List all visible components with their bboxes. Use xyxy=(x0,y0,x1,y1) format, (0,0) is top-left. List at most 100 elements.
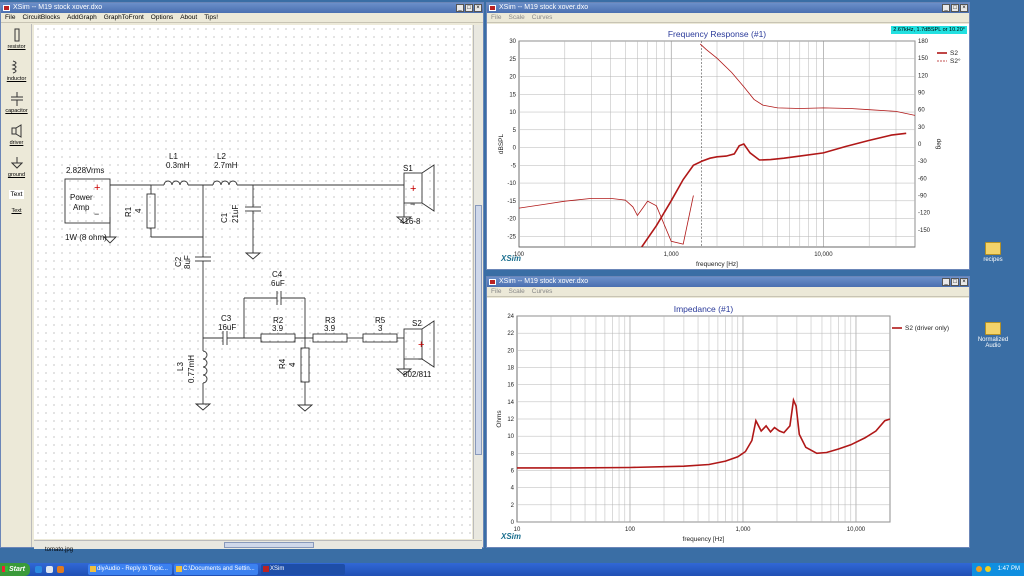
y-tick-label: 8 xyxy=(511,451,515,457)
imp-plot-area[interactable]: 24 22 20 18 16 14 12 10 8 6 4 2 0 10 100 1,000 10,000 Imp… xyxy=(487,298,969,547)
task-diyaudio[interactable]: diyAudio - Reply to Topic... xyxy=(88,564,172,575)
desktop-quicklaunch-icon[interactable] xyxy=(46,566,53,573)
horizontal-scroll-thumb[interactable] xyxy=(224,542,314,548)
ie-quicklaunch-icon[interactable] xyxy=(35,566,42,573)
menu-about[interactable]: About xyxy=(180,13,197,22)
minimize-button[interactable]: _ xyxy=(942,4,950,12)
menu-tips[interactable]: Tips! xyxy=(204,13,218,22)
tray-icon[interactable] xyxy=(976,566,982,572)
text-icon: Text xyxy=(8,190,25,199)
L2-coil xyxy=(212,180,238,186)
tool-text-2[interactable]: Text xyxy=(1,208,32,214)
start-button[interactable]: Start xyxy=(0,563,30,576)
y2-tick-label: 120 xyxy=(918,73,929,79)
desktop-icon-recipes[interactable]: recipes xyxy=(973,242,1013,263)
y-tick-label: 0 xyxy=(513,146,517,152)
menu-graphtofront[interactable]: GraphToFront xyxy=(104,13,144,22)
R3-body xyxy=(312,333,348,343)
menu-bar: File CircuitBlocks AddGraph GraphToFront… xyxy=(1,13,483,23)
y-tick-label: 10 xyxy=(509,110,516,116)
R2-body xyxy=(260,333,296,343)
desktop-icon-normalized-audio[interactable]: Normalized Audio xyxy=(973,322,1013,349)
x-tick-label: 10,000 xyxy=(847,527,866,533)
tool-inductor-label: inductor xyxy=(6,76,27,82)
task-explorer[interactable]: C:\Documents and Settin... xyxy=(174,564,258,575)
L3-value: 0.77mH xyxy=(187,355,196,383)
tool-text[interactable]: Text xyxy=(1,190,32,199)
menu-file[interactable]: File xyxy=(491,13,501,22)
minimize-button[interactable]: _ xyxy=(456,4,464,12)
menu-file[interactable]: File xyxy=(5,13,15,22)
title-bar[interactable]: XSim -- M19 stock xover.dxo _ □ × xyxy=(1,3,483,13)
x-tick-label: 10,000 xyxy=(814,252,833,258)
freq-title-bar[interactable]: XSim -- M19 stock xover.dxo _ □ × xyxy=(487,3,969,13)
amp-minus-sign: − xyxy=(94,209,99,219)
legend-label: S2 (driver only) xyxy=(905,325,949,332)
R2-value: 3.9 xyxy=(272,324,284,333)
y2-tick-label: -90 xyxy=(918,194,927,200)
freq-plot-area[interactable]: 30 25 20 15 10 5 0 -5 -10 -15 -20 -25 180 150 120 90 60 3… xyxy=(487,24,969,269)
frequency-response-chart[interactable]: 30 25 20 15 10 5 0 -5 -10 -15 -20 -25 180 150 120 90 60 3… xyxy=(487,24,969,269)
x-tick-label: 100 xyxy=(625,527,636,533)
task-label: C:\Documents and Settin... xyxy=(183,566,255,572)
menu-file[interactable]: File xyxy=(491,287,501,296)
folder-icon xyxy=(985,322,1001,335)
L3-coil xyxy=(202,350,208,384)
menu-scale[interactable]: Scale xyxy=(508,13,524,22)
app-icon xyxy=(489,5,496,11)
menu-curves[interactable]: Curves xyxy=(532,13,553,22)
y-tick-label: 14 xyxy=(507,400,514,406)
minimize-button[interactable]: _ xyxy=(942,278,950,286)
task-xsim[interactable]: XSim xyxy=(261,564,345,575)
maximize-button[interactable]: □ xyxy=(465,4,473,12)
amp-plus-sign: + xyxy=(94,182,100,194)
schematic-diagram: + + + − − − 2.828Vrms Power Amp 1W (8 oh… xyxy=(64,152,435,412)
tool-inductor[interactable]: inductor xyxy=(1,60,32,82)
vertical-scroll-thumb[interactable] xyxy=(475,205,482,455)
y-axis-label: Ohms xyxy=(496,410,503,428)
y2-tick-label: -60 xyxy=(918,176,927,182)
R4-body xyxy=(300,347,310,383)
tray-icon[interactable] xyxy=(985,566,991,572)
y-tick-label: 2 xyxy=(511,503,515,509)
tool-ground[interactable]: ground xyxy=(1,156,32,178)
app-icon xyxy=(489,279,496,285)
close-button[interactable]: × xyxy=(960,4,968,12)
menu-options[interactable]: Options xyxy=(151,13,173,22)
y-tick-label: 12 xyxy=(507,417,514,423)
desktop-icon-label: recipes xyxy=(983,257,1003,263)
close-button[interactable]: × xyxy=(960,278,968,286)
R1-value: 4 xyxy=(134,208,143,213)
horizontal-scrollbar[interactable] xyxy=(34,540,482,549)
impedance-chart[interactable]: 24222018161412108642010 100 1,000 10,000Imp… xyxy=(487,298,969,547)
tool-resistor[interactable]: resistor xyxy=(1,28,32,50)
x-tick-label: 1,000 xyxy=(735,527,751,533)
schematic-window: XSim -- M19 stock xover.dxo _ □ × File C… xyxy=(0,2,484,549)
C4-name: C4 xyxy=(272,270,283,279)
maximize-button[interactable]: □ xyxy=(951,4,959,12)
R1-name: R1 xyxy=(124,206,133,217)
y-tick-label: -5 xyxy=(511,163,517,169)
clock[interactable]: 1:47 PM xyxy=(998,566,1020,572)
y-tick-label: 0 xyxy=(511,520,515,526)
cursor-readout: 2.67kHz, 1.7dBSPL or 10.20° xyxy=(891,26,967,34)
speaker-icon xyxy=(1,124,32,138)
close-button[interactable]: × xyxy=(474,4,482,12)
vertical-scrollbar[interactable] xyxy=(473,25,482,539)
menu-scale[interactable]: Scale xyxy=(508,287,524,296)
firefox-quicklaunch-icon[interactable] xyxy=(57,566,64,573)
tool-capacitor[interactable]: capacitor xyxy=(1,92,32,114)
menu-addgraph[interactable]: AddGraph xyxy=(67,13,97,22)
menu-curves[interactable]: Curves xyxy=(532,287,553,296)
S1-name: S1 xyxy=(403,164,413,173)
R4-name: R4 xyxy=(278,358,287,369)
imp-title-bar[interactable]: XSim -- M19 stock xover.dxo _ □ × xyxy=(487,277,969,287)
y-tick-label: -10 xyxy=(507,181,516,187)
maximize-button[interactable]: □ xyxy=(951,278,959,286)
menu-circuitblocks[interactable]: CircuitBlocks xyxy=(22,13,60,22)
R1-body xyxy=(146,193,156,229)
taskbar: Start diyAudio - Reply to Topic... C:\Do… xyxy=(0,563,1024,576)
tool-driver-label: driver xyxy=(9,140,24,146)
schematic-canvas[interactable]: + + + − − − 2.828Vrms Power Amp 1W (8 oh… xyxy=(34,25,472,539)
tool-driver[interactable]: driver xyxy=(1,124,32,146)
